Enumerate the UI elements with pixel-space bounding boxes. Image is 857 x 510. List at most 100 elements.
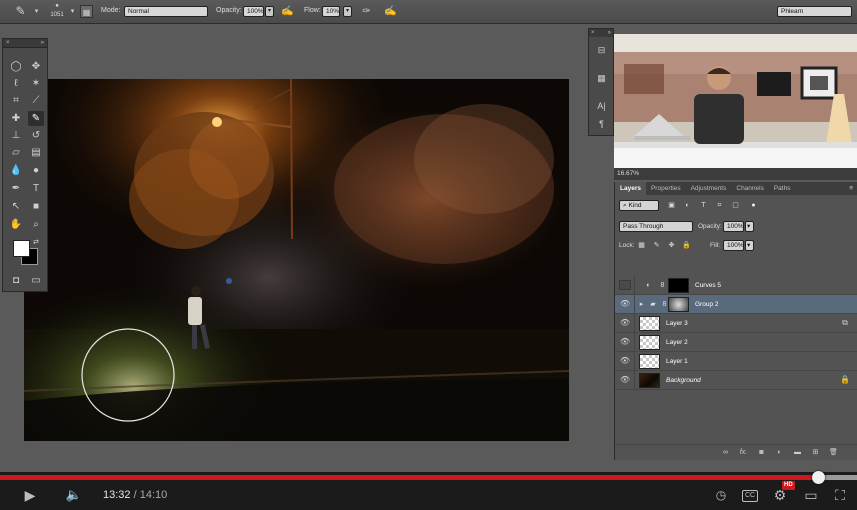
layer-name[interactable]: Group 2 [695,295,719,314]
new-group-icon[interactable]: ▬ [792,448,803,458]
filter-kind-select[interactable]: ⌕ Kind [619,200,659,211]
swap-colors-icon[interactable]: ⇄ [33,238,39,246]
tab-adjustments[interactable]: Adjustments [686,182,732,195]
lock-position-icon[interactable]: ✥ [667,240,676,251]
delete-layer-icon[interactable]: 🗑 [828,448,839,458]
layer-thumbnail[interactable] [639,354,660,369]
character-icon[interactable]: A| [593,99,610,113]
brush-icon[interactable]: ✎ [28,111,44,126]
layer-name[interactable]: Curves 5 [695,276,721,295]
eraser-icon[interactable]: ▱ [8,145,24,160]
layer-name[interactable]: Layer 3 [666,314,688,333]
layer-row-curves-5[interactable]: ◐ 8 Curves 5 [615,276,857,295]
crop-icon[interactable]: ⌗ [8,93,24,108]
eye-icon[interactable]: 👁 [619,375,631,385]
pressure-opacity-icon[interactable]: ✍ [281,5,294,18]
screen-mode-icon[interactable]: ▭ [28,273,44,288]
background-thumbnail[interactable] [639,373,660,388]
tab-layers[interactable]: Layers [615,182,646,195]
opacity-input[interactable]: 100% [243,6,264,17]
gradient-icon[interactable]: ▤ [28,145,44,160]
panel-collapse-icon[interactable]: » [41,39,44,47]
eye-icon[interactable]: 👁 [619,299,631,309]
tool-preset-dropdown-icon[interactable]: ▾ [30,5,43,18]
mode-select[interactable]: Normal [124,6,208,17]
filter-smart-object-icon[interactable]: ▢ [731,200,740,211]
flow-input[interactable]: 10% [322,6,340,17]
filter-type-icon[interactable]: T [699,200,708,211]
zoom-level[interactable]: 16.67% [614,168,857,180]
progress-bar[interactable] [0,471,857,484]
adjustments-icon[interactable]: ⊟ [593,43,610,57]
path-selection-icon[interactable]: ↖ [8,199,24,214]
ellipse-marquee-icon[interactable]: ◯ [8,59,24,74]
dock-close-icon[interactable]: × [591,29,595,37]
filter-pixel-icon[interactable]: ▣ [667,200,676,211]
layer-row-layer-1[interactable]: 👁 Layer 1 [615,352,857,371]
workspace-select[interactable]: Phlearn [777,6,852,17]
rectangle-shape-icon[interactable]: ■ [28,199,44,214]
theater-mode-icon[interactable]: ▭ [800,485,822,505]
layer-mask-thumbnail[interactable] [668,278,689,293]
pressure-size-icon[interactable]: ✍ [384,5,397,18]
color-swatches[interactable]: ⇄ [11,238,43,268]
brush-preset-arrow-icon[interactable]: ▾ [66,5,79,18]
tab-paths[interactable]: Paths [769,182,796,195]
move-icon[interactable]: ✥ [28,59,44,74]
new-layer-icon[interactable]: ⊞ [810,448,821,458]
opacity-dropdown-icon[interactable]: ▾ [265,6,274,17]
layer-row-group-2[interactable]: 👁 ▸ ▰ 8 Group 2 [615,295,857,314]
captions-button[interactable]: CC [739,485,761,505]
tab-properties[interactable]: Properties [646,182,686,195]
layer-name[interactable]: Background [666,371,701,390]
visibility-toggle-off[interactable] [619,280,631,290]
photoshop-tutorial-video[interactable]: ✎ ▾ ● 1051 ▾ ▦ Mode: Normal Opacity: 100… [0,0,857,510]
filter-toggle-icon[interactable]: ● [749,200,758,211]
tools-panel-header[interactable]: × » [3,39,47,48]
airbrush-icon[interactable]: ✑ [360,5,373,18]
layer-thumbnail[interactable] [639,316,660,331]
document-canvas[interactable] [24,79,569,441]
layer-name[interactable]: Layer 2 [666,333,688,352]
volume-icon[interactable]: 🔈 [62,485,86,505]
brush-icon[interactable]: ✎ [14,5,27,18]
lasso-icon[interactable]: ℓ [8,76,24,91]
zoom-icon[interactable]: ⌕ [28,217,44,232]
fill-dropdown-icon[interactable]: ▾ [745,240,754,251]
flow-dropdown-icon[interactable]: ▾ [343,6,352,17]
lock-pixels-icon[interactable]: ✎ [652,240,661,251]
layer-opacity-dropdown-icon[interactable]: ▾ [745,221,754,232]
link-layers-icon[interactable]: ∞ [720,448,731,458]
dock-collapse-icon[interactable]: » [608,29,611,37]
eye-icon[interactable]: 👁 [619,356,631,366]
quick-mask-icon[interactable]: ◘ [8,273,24,288]
clone-stamp-icon[interactable]: ⊥ [8,128,24,143]
lock-transparent-icon[interactable]: ▦ [637,240,646,251]
dodge-icon[interactable]: ● [28,163,44,178]
eye-icon[interactable]: 👁 [619,318,631,328]
fullscreen-icon[interactable]: ⛶ [830,485,850,505]
panel-menu-icon[interactable]: ≡ [849,185,857,192]
type-icon[interactable]: T [28,181,44,196]
play-icon[interactable]: ▶ [20,485,40,505]
eyedropper-icon[interactable]: ⟋ [28,93,44,108]
new-adjustment-icon[interactable]: ◐ [774,448,785,458]
layer-row-layer-2[interactable]: 👁 Layer 2 [615,333,857,352]
eye-icon[interactable]: 👁 [619,337,631,347]
watch-later-icon[interactable]: ◷ [712,485,730,505]
fx-icon[interactable]: fx. [738,448,749,458]
magic-wand-icon[interactable]: ✶ [28,76,44,91]
dock-header[interactable]: × » [589,29,613,37]
hand-icon[interactable]: ✋ [8,217,24,232]
toggle-brush-panel-icon[interactable]: ▦ [80,5,93,18]
add-mask-icon[interactable]: ◙ [756,448,767,458]
blend-mode-select[interactable]: Pass Through [619,221,693,232]
paragraph-icon[interactable]: ¶ [593,117,610,131]
fill-input[interactable]: 100% [723,240,744,251]
layer-thumbnail[interactable] [639,335,660,350]
group-mask-thumbnail[interactable] [668,297,689,312]
pen-icon[interactable]: ✒ [8,181,24,196]
layer-opacity-input[interactable]: 100% [723,221,744,232]
healing-brush-icon[interactable]: ✚ [8,111,24,126]
layer-row-background[interactable]: 👁 Background 🔒 [615,371,857,390]
